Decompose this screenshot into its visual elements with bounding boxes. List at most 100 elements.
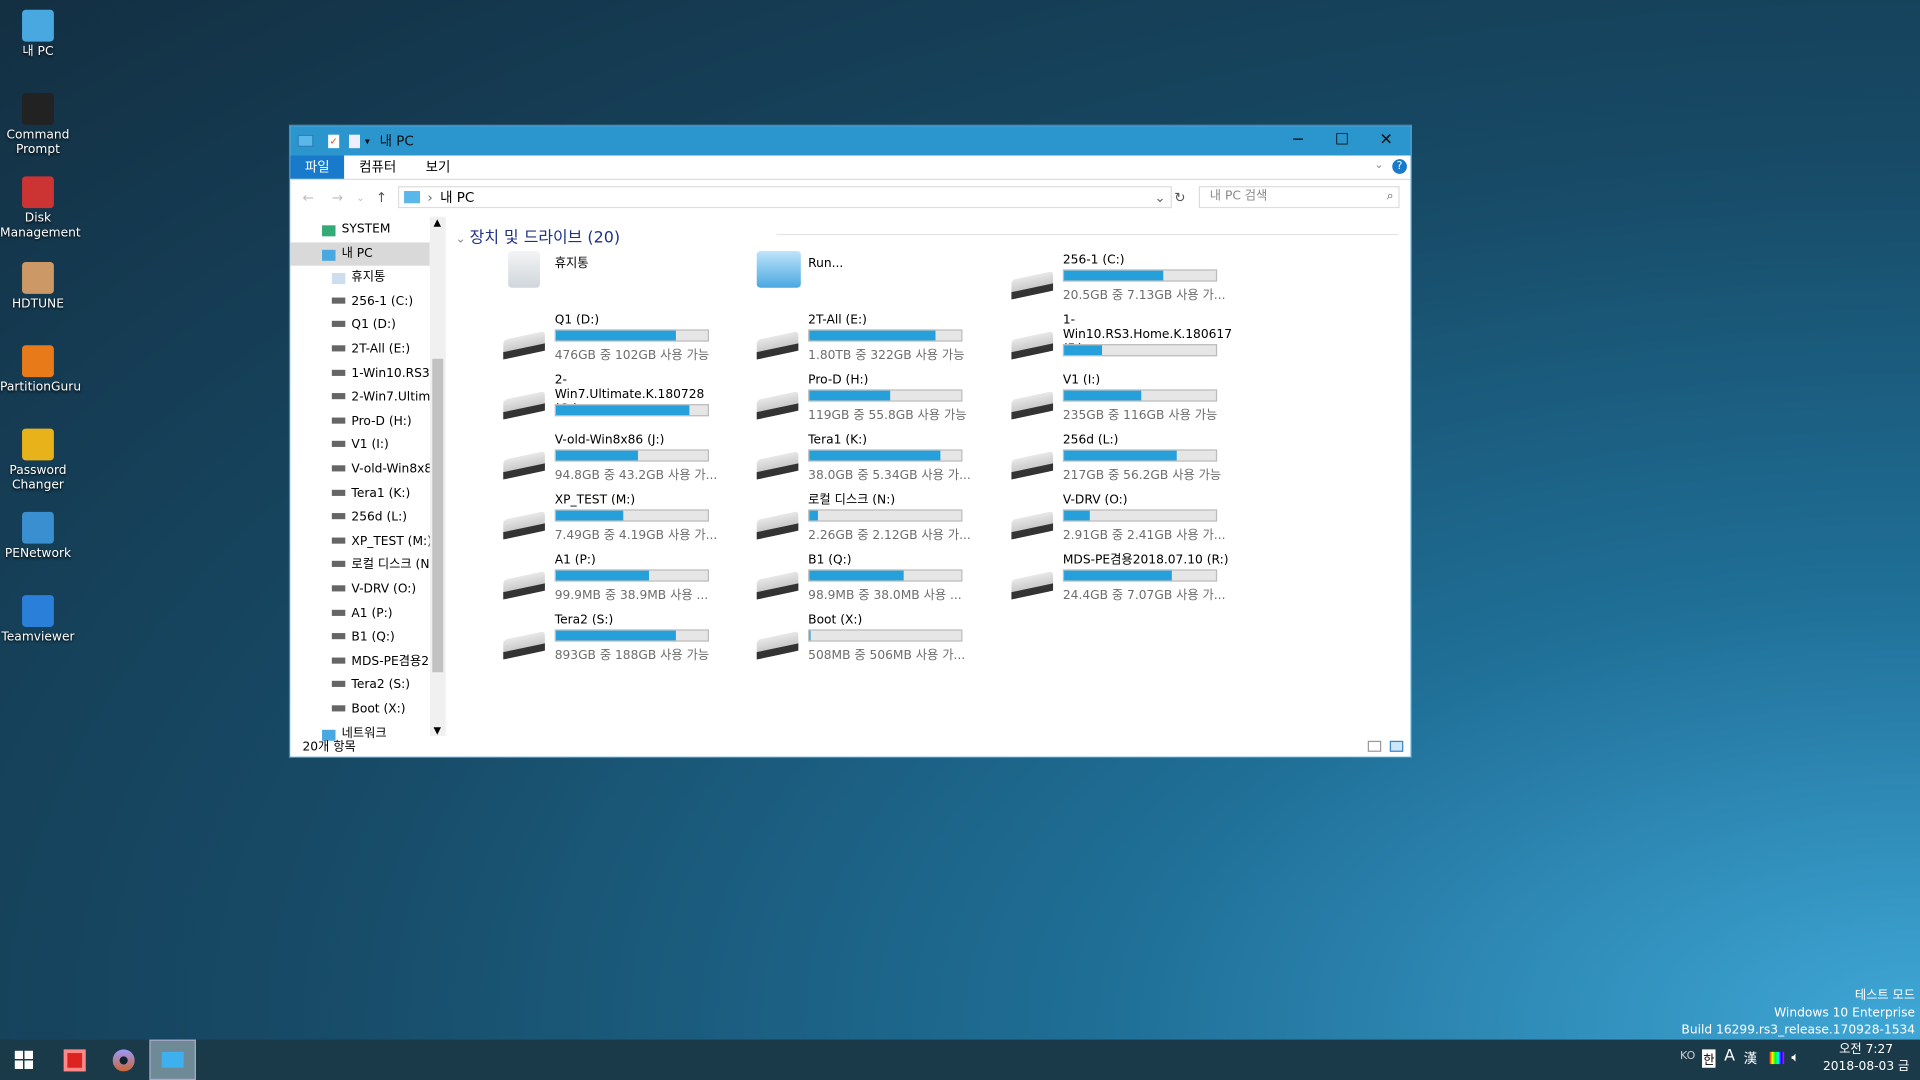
drive-tile[interactable]: MDS-PE겸용2018.07.10 (R:) 24.4GB 중 7.07GB 사… xyxy=(1011,553,1256,609)
close-button[interactable]: ✕ xyxy=(1364,126,1408,155)
nav-scrollbar[interactable]: ▲ ▼ xyxy=(429,216,446,736)
computer-icon xyxy=(297,134,314,147)
drive-tile[interactable]: 256-1 (C:) 20.5GB 중 7.13GB 사용 가... xyxy=(1011,253,1256,309)
title-bar[interactable]: ✓ ▾ 내 PC ─ ☐ ✕ xyxy=(290,126,1411,156)
nav-item[interactable]: Tera2 (S:) xyxy=(290,674,430,697)
input-language[interactable]: KO xyxy=(1680,1051,1695,1063)
drive-tile[interactable]: Q1 (D:) 476GB 중 102GB 사용 가능 xyxy=(503,313,748,369)
ime-mode-icon[interactable]: A xyxy=(1724,1047,1735,1065)
desktop-icon[interactable]: PartitionGuru xyxy=(0,345,81,395)
group-header[interactable]: ⌄ 장치 및 드라이브 (20) xyxy=(456,224,621,247)
drive-tile[interactable]: V-old-Win8x86 (J:) 94.8GB 중 43.2GB 사용 가..… xyxy=(503,433,748,489)
drive-tile[interactable]: 2-Win7.Ultimate.K.180728 (G:) xyxy=(503,373,748,429)
address-dropdown-icon[interactable]: ⌄ xyxy=(1154,189,1165,205)
nav-item[interactable]: V-DRV (O:) xyxy=(290,578,430,601)
drive-tile[interactable]: 로컬 디스크 (N:) 2.26GB 중 2.12GB 사용 가... xyxy=(756,493,1002,549)
nav-item[interactable]: 2T-All (E:) xyxy=(290,338,430,361)
breadcrumb[interactable]: 내 PC xyxy=(440,187,474,207)
quick-access-dropdown-icon[interactable]: ▾ xyxy=(365,135,370,146)
back-icon[interactable]: ← xyxy=(302,189,313,205)
nav-item[interactable]: SYSTEM xyxy=(290,218,430,241)
drive-tile[interactable]: XP_TEST (M:) 7.49GB 중 4.19GB 사용 가... xyxy=(503,493,748,549)
drive-tile[interactable]: A1 (P:) 99.9MB 중 38.9MB 사용 ... xyxy=(503,553,748,609)
search-input[interactable]: 내 PC 검색 ⌕ xyxy=(1198,186,1400,209)
drive-tile[interactable]: Tera1 (K:) 38.0GB 중 5.34GB 사용 가... xyxy=(756,433,1002,489)
nav-item[interactable]: A1 (P:) xyxy=(290,602,430,625)
nav-item[interactable]: Pro-D (H:) xyxy=(290,410,430,433)
tab-computer[interactable]: 컴퓨터 xyxy=(344,156,411,179)
desktop-icon[interactable]: PENetwork xyxy=(0,511,76,562)
maximize-button[interactable]: ☐ xyxy=(1320,126,1364,155)
nav-item[interactable]: Q1 (D:) xyxy=(290,314,430,337)
nav-item[interactable]: V-old-Win8x8 xyxy=(290,458,430,481)
display-icon[interactable] xyxy=(1769,1051,1785,1065)
nav-item[interactable]: V1 (I:) xyxy=(290,434,430,457)
new-folder-icon[interactable] xyxy=(348,134,361,148)
taskbar-app-red[interactable] xyxy=(51,1040,98,1080)
ime-hanja-icon[interactable]: 漢 xyxy=(1744,1048,1757,1068)
drive-free-space: 7.49GB 중 4.19GB 사용 가... xyxy=(554,528,718,543)
drive-tile[interactable]: B1 (Q:) 98.9MB 중 38.0MB 사용 ... xyxy=(756,553,1002,609)
drive-tile[interactable]: Run... xyxy=(756,251,1002,309)
desktop-icon-label: HDTUNE xyxy=(11,297,64,312)
up-icon[interactable]: ↑ xyxy=(376,189,387,205)
nav-item[interactable]: 2-Win7.Ultima xyxy=(290,386,430,409)
drive-tile[interactable]: V1 (I:) 235GB 중 116GB 사용 가능 xyxy=(1011,373,1256,429)
nav-item[interactable]: 내 PC xyxy=(290,241,430,266)
desktop-icon[interactable]: Teamviewer xyxy=(0,595,76,645)
scroll-down-icon[interactable]: ▼ xyxy=(433,725,441,736)
nav-item[interactable]: XP_TEST (M:) xyxy=(290,530,430,553)
drive-tile[interactable]: V-DRV (O:) 2.91GB 중 2.41GB 사용 가... xyxy=(1011,493,1256,549)
tab-view[interactable]: 보기 xyxy=(411,156,465,179)
recent-dropdown-icon[interactable]: ⌄ xyxy=(356,192,364,203)
usage-bar-fill xyxy=(1064,510,1090,521)
drive-icon xyxy=(331,537,346,544)
desktop-icon[interactable]: Disk Management xyxy=(0,176,81,241)
drive-tile[interactable]: Pro-D (H:) 119GB 중 55.8GB 사용 가능 xyxy=(756,373,1002,429)
drive-tile[interactable]: 2T-All (E:) 1.80TB 중 322GB 사용 가능 xyxy=(756,313,1002,369)
clock[interactable]: 오전 7:27 2018-08-03 금 xyxy=(1817,1042,1915,1076)
volume-icon[interactable]: 🔈︎ xyxy=(1791,1049,1799,1066)
drive-icon xyxy=(331,513,346,520)
nav-item[interactable]: 256-1 (C:) xyxy=(290,290,430,313)
scrollbar-thumb[interactable] xyxy=(432,358,444,673)
help-icon[interactable]: ? xyxy=(1392,159,1407,174)
desktop-icon[interactable]: HDTUNE xyxy=(0,262,76,312)
expand-ribbon-icon[interactable]: ⌄ xyxy=(1374,159,1383,171)
usage-bar-fill xyxy=(809,630,810,641)
details-view-icon[interactable] xyxy=(1367,740,1382,752)
desktop-icon[interactable]: Password Changer xyxy=(0,428,76,494)
nav-item[interactable]: Tera1 (K:) xyxy=(290,482,430,505)
minimize-button[interactable]: ─ xyxy=(1276,126,1320,155)
properties-icon[interactable]: ✓ xyxy=(328,134,340,148)
nav-item[interactable]: B1 (Q:) xyxy=(290,626,430,649)
nav-item-label: V-old-Win8x8 xyxy=(351,462,430,477)
scroll-up-icon[interactable]: ▲ xyxy=(433,217,441,228)
drive-icon xyxy=(331,465,346,472)
nav-item[interactable]: 256d (L:) xyxy=(290,506,430,529)
ime-hangul-icon[interactable]: 한 xyxy=(1702,1049,1716,1068)
tiles-view-icon[interactable] xyxy=(1389,740,1404,752)
taskbar-app-disc[interactable] xyxy=(100,1040,147,1080)
nav-item[interactable]: 1-Win10.RS3.H xyxy=(290,362,430,385)
desktop-icon[interactable]: Command Prompt xyxy=(0,93,76,158)
drive-tile[interactable]: 256d (L:) 217GB 중 56.2GB 사용 가능 xyxy=(1011,433,1256,489)
usage-bar xyxy=(1062,449,1218,462)
tab-file[interactable]: 파일 xyxy=(290,155,345,179)
nav-item[interactable]: Boot (X:) xyxy=(290,698,430,721)
nav-item[interactable]: MDS-PE겸용2( xyxy=(290,650,430,673)
address-input[interactable]: › 내 PC ⌄ xyxy=(397,186,1172,209)
forward-icon[interactable]: → xyxy=(332,189,343,205)
drive-name: 256-1 (C:) xyxy=(1062,253,1125,267)
drive-tile[interactable]: Boot (X:) 508MB 중 506MB 사용 가... xyxy=(756,613,1002,669)
refresh-icon[interactable]: ↻ xyxy=(1174,189,1185,205)
taskbar-file-explorer[interactable] xyxy=(149,1039,196,1080)
nav-item[interactable]: 로컬 디스크 (N xyxy=(290,554,430,577)
terminal-icon xyxy=(22,93,54,125)
drive-tile[interactable]: Tera2 (S:) 893GB 중 188GB 사용 가능 xyxy=(503,613,748,669)
drive-tile[interactable]: 1-Win10.RS3.Home.K.180617 (F:) xyxy=(1011,313,1256,369)
start-button[interactable] xyxy=(0,1040,47,1080)
drive-tile[interactable]: 휴지통 xyxy=(503,251,748,309)
nav-item[interactable]: 휴지통 xyxy=(290,266,430,289)
desktop-icon[interactable]: 내 PC xyxy=(0,9,76,60)
